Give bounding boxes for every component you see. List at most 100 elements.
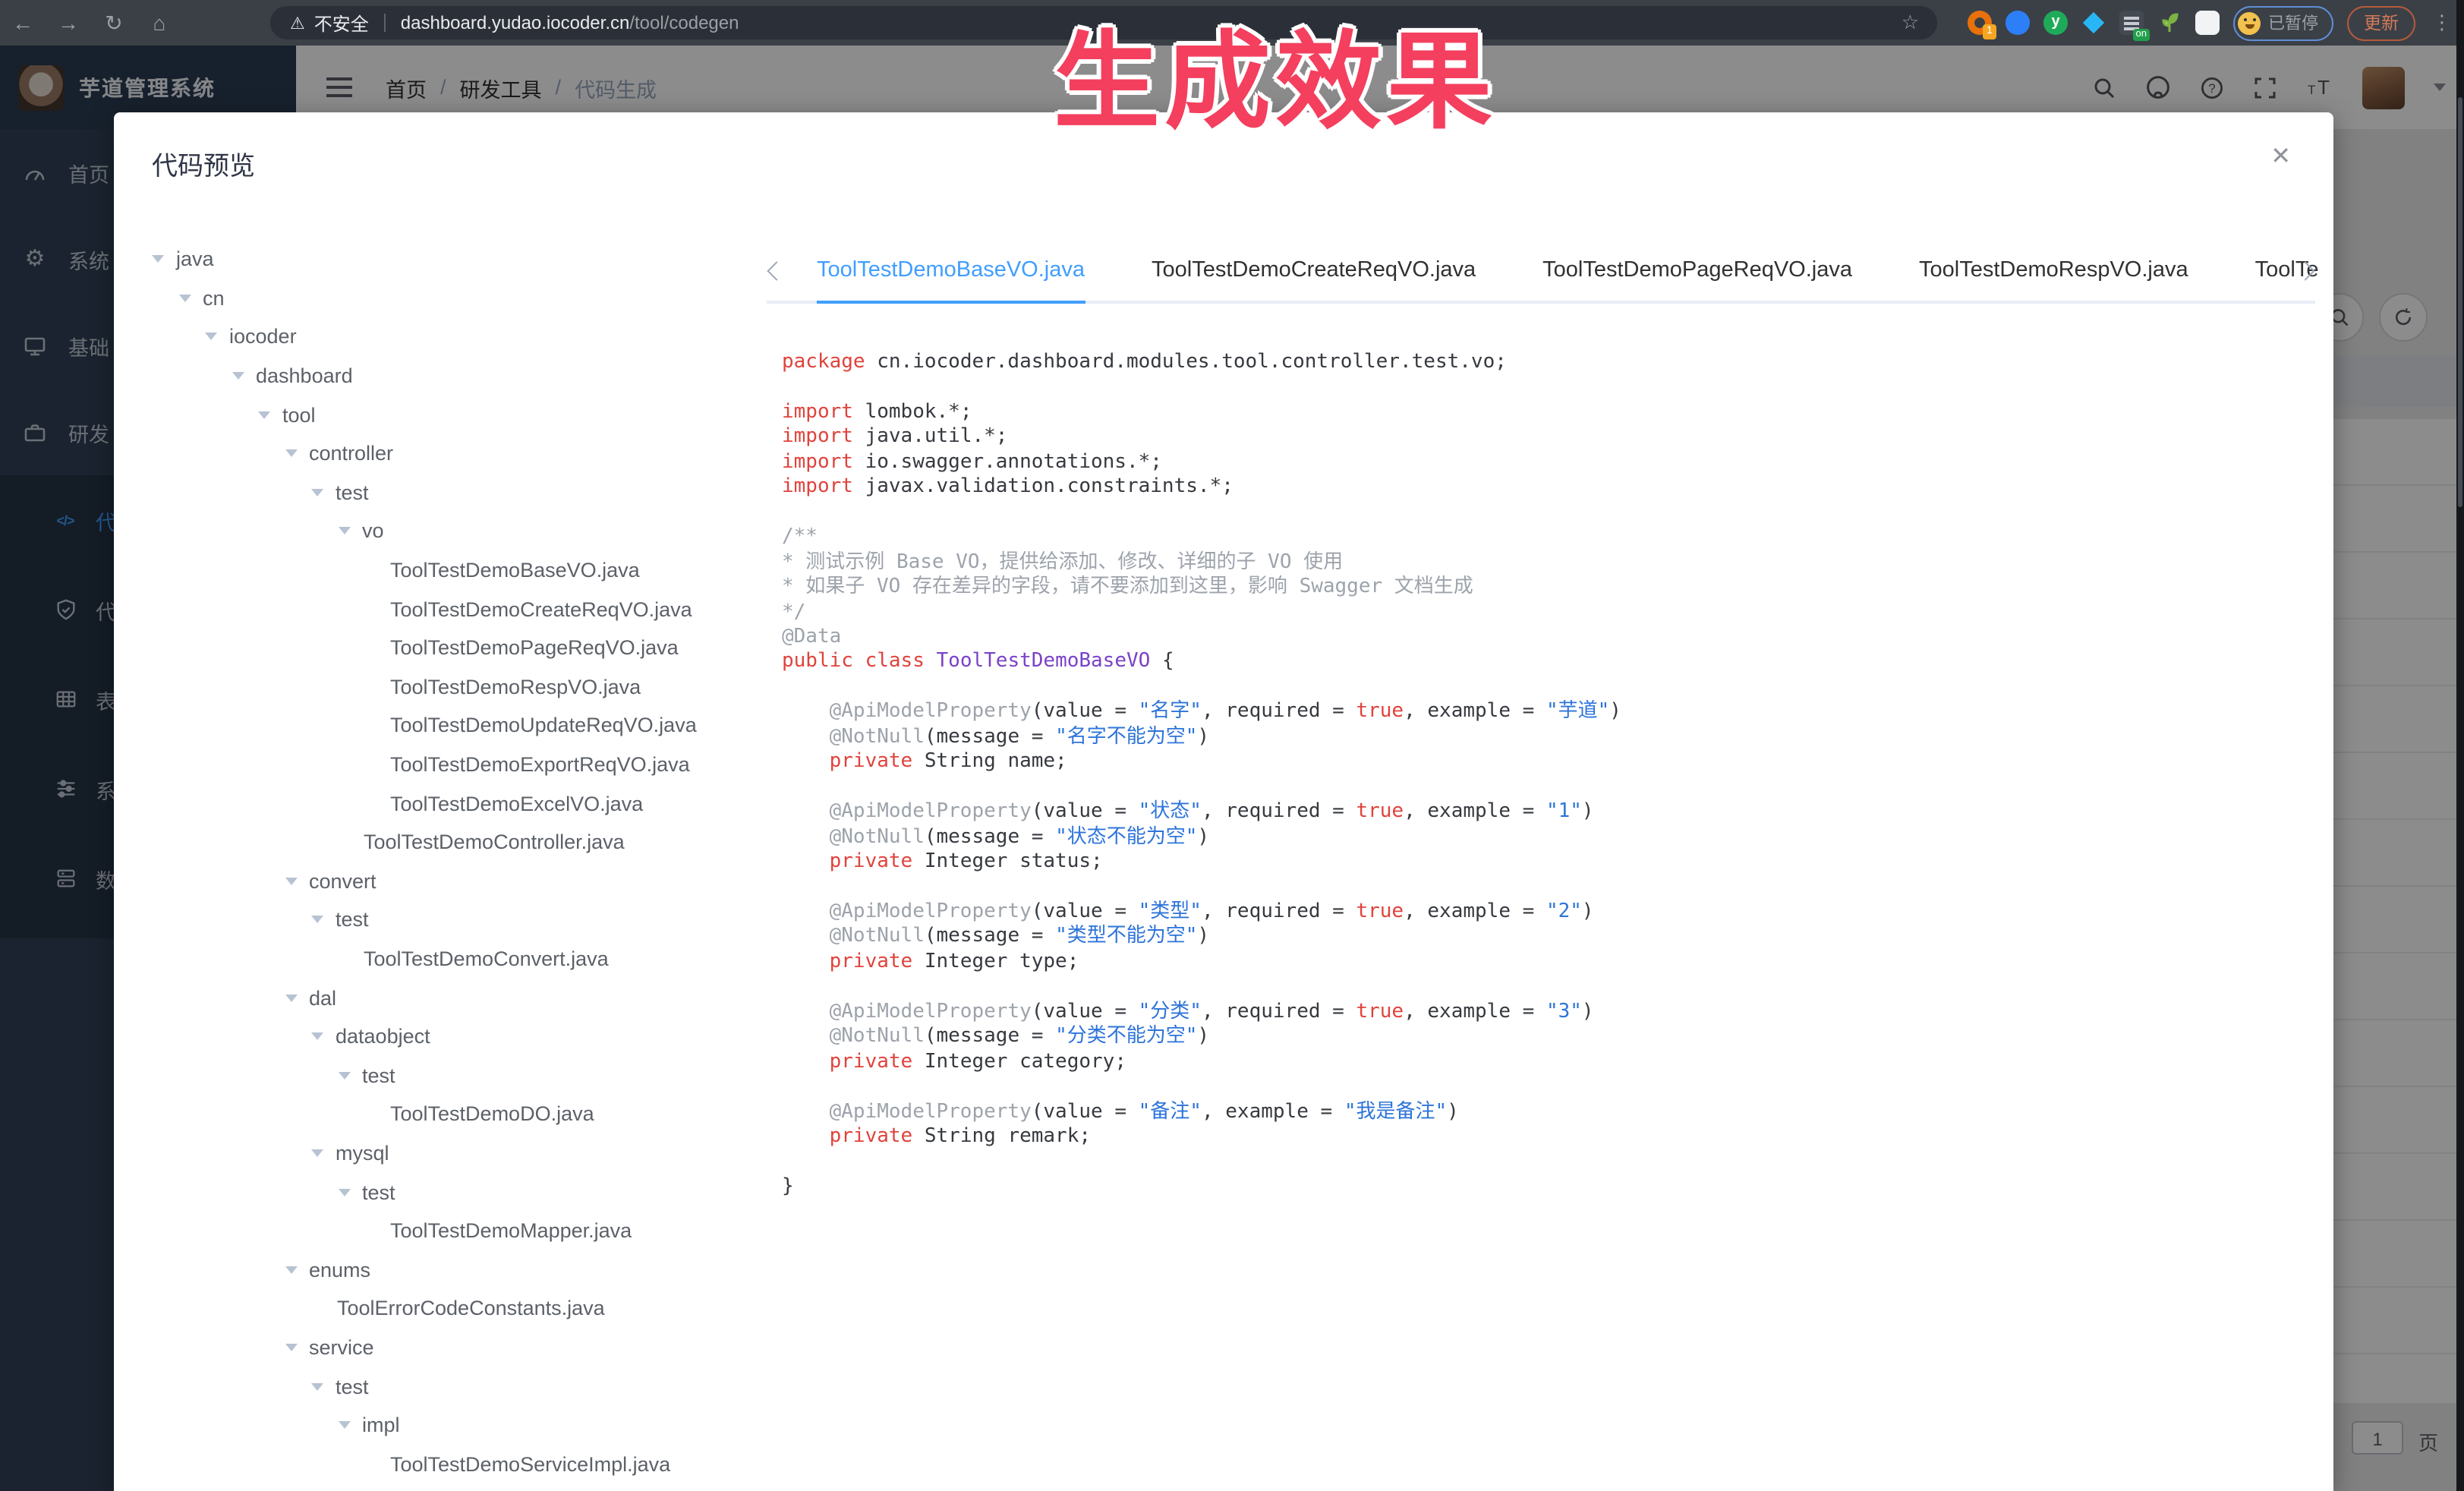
extensions-puzzle-icon[interactable] (2195, 11, 2220, 35)
tree-node-label: ToolTestDemoRespVO.java (390, 676, 641, 698)
tree-node[interactable]: ToolTestDemoMapper.java (152, 1212, 751, 1250)
caret-down-icon[interactable] (205, 333, 217, 341)
tree-node[interactable]: enums (152, 1250, 751, 1289)
tree-node-label: cn (203, 287, 225, 310)
tree-node-label: ToolTestDemoExportReqVO.java (390, 753, 690, 776)
tree-node[interactable]: test (152, 900, 751, 939)
tree-node-label: mysql (336, 1142, 389, 1165)
extension-plant-icon[interactable] (2157, 11, 2182, 35)
tree-node[interactable]: ToolTestDemoPageReqVO.java (152, 629, 751, 667)
tree-node-label: ToolTestDemoUpdateReqVO.java (390, 714, 697, 737)
tree-node-label: ToolTestDemoMapper.java (390, 1219, 632, 1242)
back-icon[interactable]: ← (0, 11, 46, 35)
tree-node[interactable]: ToolTestDemoCreateReqVO.java (152, 590, 751, 629)
caret-down-icon[interactable] (338, 1072, 350, 1080)
chrome-update-button[interactable]: 更新 (2347, 5, 2415, 40)
tree-node[interactable]: ToolErrorCodeConstants.java (152, 1289, 751, 1328)
tree-node[interactable]: ToolTestDemoController.java (152, 823, 751, 862)
tree-node[interactable]: ToolTestDemoServiceImpl.java (152, 1445, 751, 1483)
tree-node[interactable]: ToolTestDemoExcelVO.java (152, 784, 751, 823)
caret-down-icon[interactable] (285, 878, 297, 885)
caret-down-icon[interactable] (285, 450, 297, 458)
tree-node-label: ToolTestDemoController.java (364, 831, 625, 853)
security-label[interactable]: 不安全 (314, 10, 369, 36)
caret-down-icon[interactable] (285, 994, 297, 1001)
url-domain[interactable]: dashboard.yudao.iocoder.cn (401, 12, 630, 33)
reload-icon[interactable]: ↻ (91, 10, 137, 36)
tree-node-label: vo (362, 520, 384, 543)
caret-down-icon[interactable] (338, 528, 350, 535)
tree-node[interactable]: iocoder (152, 317, 751, 356)
tree-node[interactable]: service (152, 1328, 751, 1366)
tree-node[interactable]: dal (152, 979, 751, 1017)
tree-node[interactable]: dashboard (152, 357, 751, 396)
tree-node[interactable]: test (152, 473, 751, 512)
tree-node[interactable]: ToolTestDemoExportReqVO.java (152, 745, 751, 783)
caret-down-icon[interactable] (285, 1266, 297, 1273)
tree-node-label: ToolErrorCodeConstants.java (337, 1297, 605, 1320)
tree-node[interactable]: cn (152, 279, 751, 317)
window-scrollbar[interactable] (2456, 0, 2464, 1491)
tabs-scroll-left-icon[interactable] (767, 260, 786, 279)
tab-file-2[interactable]: ToolTestDemoCreateReqVO.java (1152, 240, 1476, 301)
caret-down-icon[interactable] (311, 1032, 323, 1040)
screen: ← → ↻ ⌂ ⚠ 不安全 dashboard.yudao.iocoder.cn… (0, 0, 2464, 1491)
extension-diamond-icon[interactable] (2081, 11, 2106, 35)
bookmark-star-icon[interactable]: ☆ (1902, 11, 1919, 35)
tree-node[interactable]: dataobject (152, 1017, 751, 1056)
tree-node-label: dal (309, 986, 336, 1009)
extension-blue-icon[interactable] (2006, 11, 2030, 35)
tree-node[interactable]: test (152, 1366, 751, 1405)
caret-down-icon[interactable] (152, 256, 164, 263)
extension-orange-icon[interactable]: 1 (1968, 11, 1992, 35)
tab-file-4[interactable]: ToolTestDemoRespVO.java (1919, 240, 2188, 301)
caret-down-icon[interactable] (338, 1188, 350, 1196)
chrome-menu-icon[interactable]: ⋮ (2432, 11, 2452, 35)
extensions-row: 1 y on 已暂停 更新 ⋮ (1968, 0, 2452, 46)
profile-paused-chip[interactable]: 已暂停 (2233, 5, 2333, 40)
code-viewer: package cn.iocoder.dashboard.modules.too… (782, 351, 2318, 1491)
extension-green-icon[interactable]: y (2043, 11, 2068, 35)
home-icon[interactable]: ⌂ (137, 11, 182, 35)
file-tabs: ToolTestDemoBaseVO.java ToolTestDemoCrea… (767, 240, 2315, 304)
caret-down-icon[interactable] (258, 411, 270, 418)
close-icon[interactable]: ✕ (2270, 141, 2291, 172)
tree-node[interactable]: tool (152, 396, 751, 434)
tree-node[interactable]: controller (152, 434, 751, 473)
tree-node[interactable]: ToolTestDemoConvert.java (152, 939, 751, 978)
tree-node[interactable]: test (152, 1056, 751, 1095)
tree-node-label: ToolTestDemoPageReqVO.java (390, 636, 679, 659)
caret-down-icon[interactable] (311, 1382, 323, 1390)
paused-label: 已暂停 (2268, 11, 2318, 35)
caret-down-icon[interactable] (178, 295, 191, 302)
extension-tabs-icon[interactable]: on (2119, 11, 2144, 35)
forward-icon[interactable]: → (46, 11, 91, 35)
tree-node[interactable]: vo (152, 512, 751, 550)
tree-node[interactable]: ToolTestDemoUpdateReqVO.java (152, 706, 751, 745)
tree-node[interactable]: test (152, 1173, 751, 1212)
tree-node[interactable]: mysql (152, 1133, 751, 1172)
caret-down-icon[interactable] (285, 1344, 297, 1351)
tree-node[interactable]: ToolTestDemoRespVO.java (152, 667, 751, 706)
caret-down-icon[interactable] (232, 372, 244, 380)
tree-node-label: test (336, 1375, 369, 1398)
caret-down-icon[interactable] (311, 489, 323, 496)
caret-down-icon[interactable] (311, 1149, 323, 1157)
tree-node-label: impl (362, 1414, 400, 1436)
tree-node-label: tool (282, 403, 316, 426)
tree-node[interactable]: convert (152, 862, 751, 900)
extension-on-badge: on (2133, 28, 2150, 41)
tree-node-label: ToolTestDemoConvert.java (364, 947, 609, 970)
tab-file-3[interactable]: ToolTestDemoPageReqVO.java (1542, 240, 1852, 301)
tree-node[interactable]: ToolTestDemoDO.java (152, 1095, 751, 1133)
tab-file-1[interactable]: ToolTestDemoBaseVO.java (817, 240, 1085, 301)
caret-down-icon[interactable] (311, 916, 323, 924)
tree-node-label: iocoder (229, 326, 297, 348)
security-warning-icon[interactable]: ⚠ (290, 13, 305, 33)
tree-node-label: ToolTestDemoBaseVO.java (390, 559, 640, 582)
caret-down-icon[interactable] (338, 1421, 350, 1429)
tree-node-label: test (336, 909, 369, 931)
tree-node[interactable]: impl (152, 1406, 751, 1445)
tree-node[interactable]: java (152, 240, 751, 279)
tree-node[interactable]: ToolTestDemoBaseVO.java (152, 551, 751, 590)
